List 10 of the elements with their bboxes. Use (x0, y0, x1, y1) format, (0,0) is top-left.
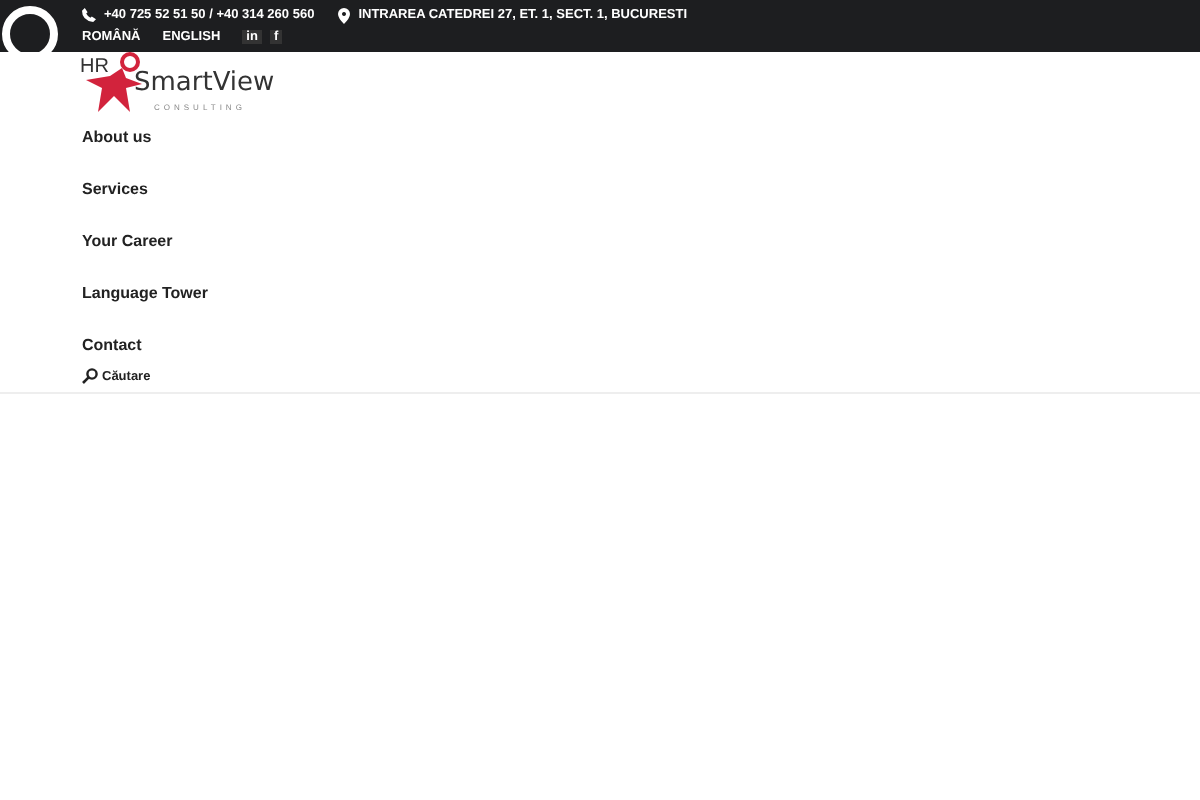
nav-link[interactable]: About us (82, 130, 152, 146)
nav-link[interactable]: Services (82, 182, 148, 198)
location-pin-icon (338, 7, 351, 23)
logo-initials: HR (80, 56, 109, 78)
nav-link[interactable]: Language Tower (82, 286, 208, 302)
nav-link[interactable]: Your Career (82, 234, 173, 250)
logo-name: SmartView (134, 68, 275, 98)
nav-link[interactable]: Contact (82, 338, 142, 354)
search-icon (82, 368, 98, 384)
phone-icon (82, 8, 96, 22)
